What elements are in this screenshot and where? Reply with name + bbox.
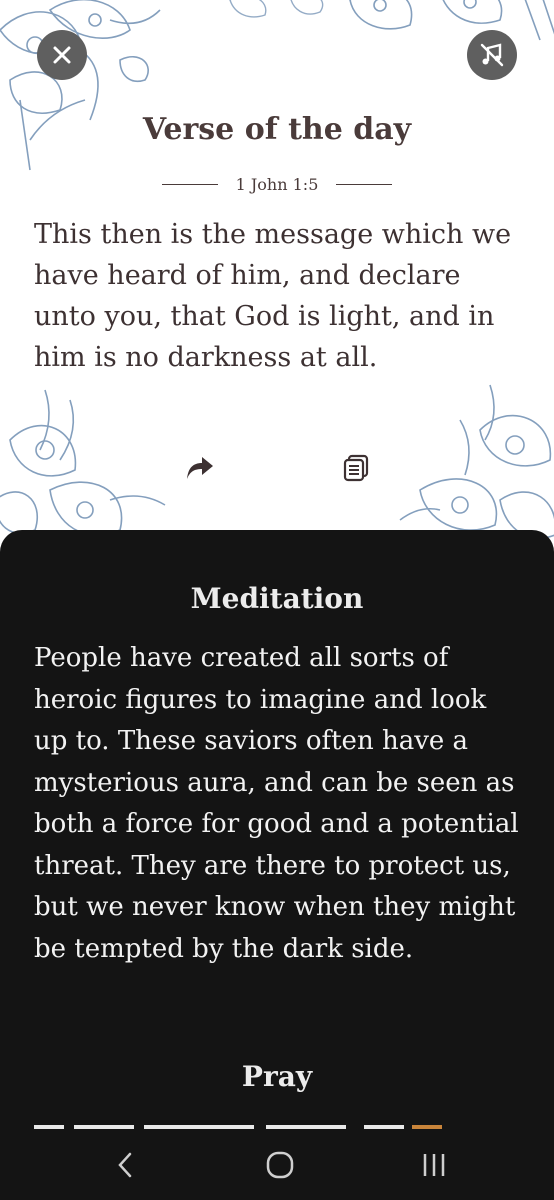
nav-home-button[interactable] — [260, 1148, 300, 1182]
pray-text-clipped — [34, 1120, 454, 1130]
music-toggle-button[interactable] — [467, 30, 517, 80]
verse-reference: 1 John 1:5 — [235, 174, 319, 194]
reference-row: 1 John 1:5 — [0, 170, 554, 198]
meditation-text: People have created all sorts of heroic … — [34, 643, 519, 964]
verse-text: This then is the message which we have h… — [34, 219, 512, 373]
divider-left — [161, 183, 218, 185]
pray-heading: Pray — [241, 1060, 313, 1093]
back-icon — [118, 1152, 132, 1178]
floral-decoration-top-center — [229, 0, 324, 18]
recents-icon — [423, 1154, 445, 1176]
nav-recents-button[interactable] — [414, 1148, 454, 1182]
meditation-sheet[interactable]: Meditation People have created all sorts… — [0, 530, 554, 1130]
system-navigation-bar — [0, 1130, 554, 1200]
floral-decoration-top-left — [0, 0, 161, 171]
floral-decoration-top-right — [349, 0, 554, 41]
share-button[interactable] — [182, 450, 218, 486]
page-title: Verse of the day — [142, 112, 412, 147]
copy-icon — [343, 454, 369, 482]
home-icon — [266, 1151, 294, 1179]
meditation-heading: Meditation — [190, 582, 364, 615]
close-button[interactable] — [37, 30, 87, 80]
close-icon — [53, 46, 71, 64]
verse-card: Verse of the day 1 John 1:5 This then is… — [0, 0, 554, 560]
copy-button[interactable] — [338, 450, 374, 486]
share-icon — [187, 457, 213, 479]
music-off-icon — [480, 43, 504, 67]
nav-back-button[interactable] — [105, 1148, 145, 1182]
divider-right — [336, 183, 393, 185]
